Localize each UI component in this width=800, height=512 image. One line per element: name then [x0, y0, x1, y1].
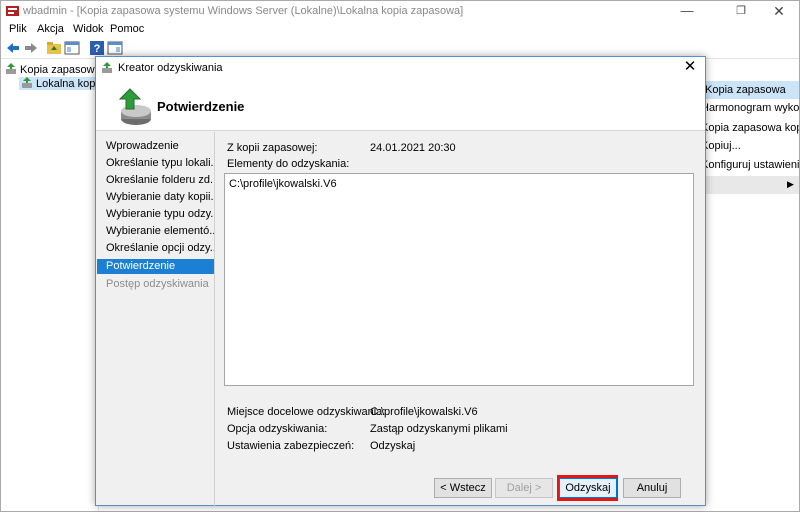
tree-child-label: Lokalna kopia: [36, 78, 104, 90]
wbadmin-app-icon: [6, 6, 19, 16]
action-configure[interactable]: Konfiguruj ustawienia ...: [701, 159, 799, 171]
action-recover[interactable]: Kopiuj...: [701, 140, 799, 152]
content-divider: [214, 132, 215, 507]
actions-more-row[interactable]: [701, 176, 799, 194]
console-tree: Kopia zapasowa sys Lokalna kopia: [1, 59, 120, 511]
step-confirmation[interactable]: Potwierdzenie: [97, 259, 214, 274]
backup-label: Z kopii zapasowej:: [227, 142, 318, 154]
step-location-type[interactable]: Określanie typu lokali...: [97, 156, 214, 171]
submenu-arrow-icon: ▶: [787, 179, 794, 189]
items-label: Elementy do odzyskania:: [227, 158, 350, 170]
dialog-title-bar: Kreator odzyskiwania ✕: [96, 57, 705, 79]
recovery-wizard-icon: [102, 62, 112, 73]
backup-icon: [6, 63, 16, 74]
step-recovery-options[interactable]: Określanie opcji odzy...: [97, 241, 214, 256]
actions-header: Kopia zapasowa: [701, 81, 799, 99]
window-title: wbadmin - [Kopia zapasowa systemu Window…: [23, 5, 464, 17]
action-schedule[interactable]: Harmonogram wykon...: [701, 102, 799, 114]
help-icon[interactable]: ?: [89, 40, 105, 56]
properties-icon[interactable]: [107, 40, 123, 56]
cancel-button[interactable]: Anuluj: [623, 478, 681, 498]
step-select-items[interactable]: Wybieranie elementó...: [97, 224, 214, 239]
actions-pane: Kopia zapasowa Harmonogram wykon... Kopi…: [701, 59, 799, 511]
step-introduction[interactable]: Wprowadzenie: [97, 139, 214, 154]
minimize-button[interactable]: —: [665, 1, 709, 21]
wizard-page-heading: Potwierdzenie: [157, 99, 245, 114]
destination-value: C:\profile\jkowalski.V6: [370, 406, 478, 418]
step-backup-date[interactable]: Wybieranie daty kopii...: [97, 190, 214, 205]
recover-drive-icon: [118, 88, 151, 125]
back-arrow-icon[interactable]: [5, 40, 21, 56]
up-folder-icon[interactable]: [46, 40, 62, 56]
menu-bar: Plik Akcja Widok Pomoc: [1, 21, 799, 37]
tree-item-local-backup[interactable]: Lokalna kopia: [19, 77, 106, 90]
recovery-wizard-dialog: Kreator odzyskiwania ✕ Potwierdzenie Wpr…: [95, 56, 706, 507]
back-button[interactable]: < Wstecz: [434, 478, 492, 498]
next-button: Dalej >: [495, 478, 553, 498]
recover-button[interactable]: Odzyskaj: [559, 478, 617, 498]
action-backup-once[interactable]: Kopia zapasowa kopia zap...: [701, 122, 799, 134]
destination-label: Miejsce docelowe odzyskiwania:: [227, 406, 386, 418]
menu-plik[interactable]: Plik: [9, 23, 27, 35]
console-tree-icon[interactable]: [64, 40, 80, 56]
dialog-close-button[interactable]: ✕: [680, 59, 700, 77]
close-window-button[interactable]: ✕: [757, 1, 800, 21]
option-value: Zastąp odzyskanymi plikami: [370, 423, 508, 435]
forward-arrow-icon[interactable]: [23, 40, 39, 56]
title-bar: wbadmin - [Kopia zapasowa systemu Window…: [1, 1, 799, 21]
step-progress: Postęp odzyskiwania: [106, 278, 209, 290]
option-label: Opcja odzyskiwania:: [227, 423, 328, 435]
dialog-title: Kreator odzyskiwania: [118, 62, 223, 74]
wizard-steps: Wprowadzenie Określanie typu lokali... O…: [96, 132, 214, 502]
security-value: Odzyskaj: [370, 440, 416, 452]
step-recovery-type[interactable]: Wybieranie typu odzy...: [97, 207, 214, 222]
security-label: Ustawienia zabezpieczeń:: [227, 440, 355, 452]
menu-pomoc[interactable]: Pomoc: [110, 23, 144, 35]
menu-akcja[interactable]: Akcja: [37, 23, 64, 35]
list-item: C:\profile\jkowalski.V6: [229, 178, 337, 190]
step-source-folder[interactable]: Określanie folderu zd...: [97, 173, 214, 188]
svg-text:?: ?: [94, 43, 101, 55]
dialog-header: Potwierdzenie: [96, 79, 705, 131]
menu-widok[interactable]: Widok: [73, 23, 104, 35]
backup-icon: [22, 77, 32, 88]
items-list-box[interactable]: C:\profile\jkowalski.V6: [224, 173, 694, 386]
backup-value: 24.01.2021 20:30: [370, 142, 456, 154]
